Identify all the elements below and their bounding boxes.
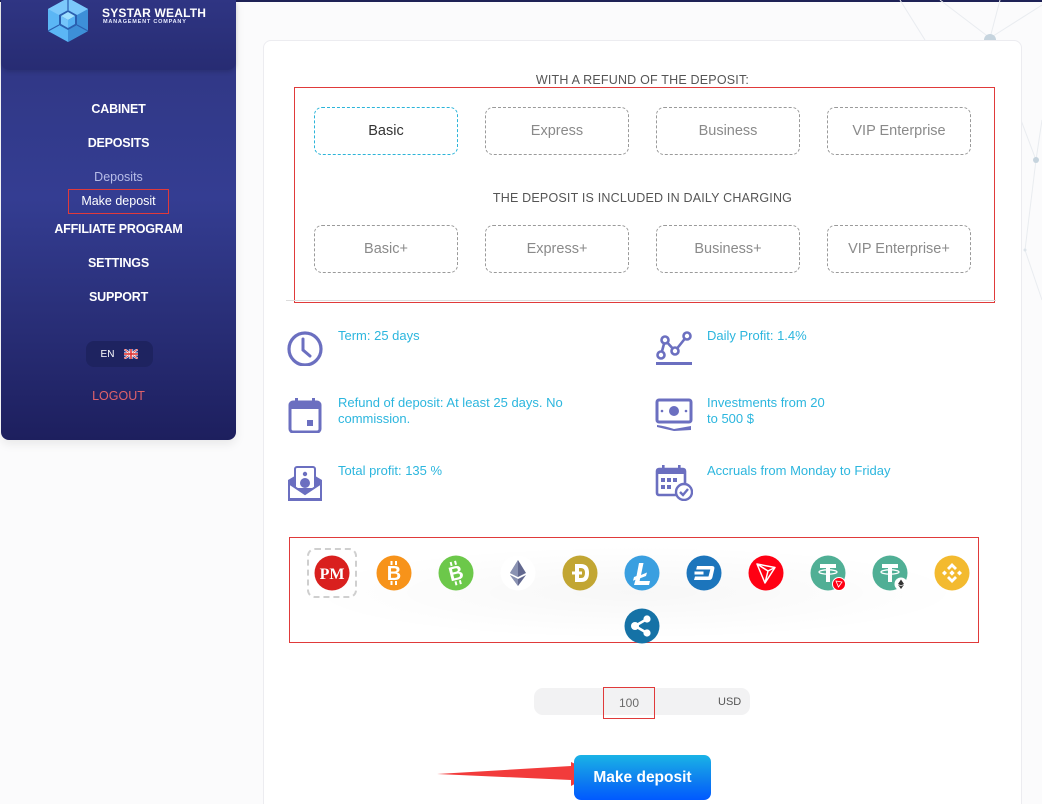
binance-icon[interactable] (934, 555, 970, 591)
feature-refund: Refund of deposit: At least 25 days. No … (286, 395, 608, 433)
language-code: EN (100, 348, 115, 360)
feature-daily-profit-text: Daily Profit: 1.4% (707, 328, 807, 343)
feature-investments-text: Investments from 20 to 500 $ (707, 395, 825, 433)
make-deposit-button[interactable]: Make deposit (574, 755, 711, 800)
section-divider (286, 300, 996, 301)
uk-flag-icon (124, 349, 139, 359)
cube-logo-icon (47, 0, 89, 42)
sidebar-subitem-make-deposit[interactable]: Make deposit (68, 189, 169, 214)
plan-vip-enterprise[interactable]: VIP Enterprise (827, 107, 971, 155)
daily-plans-title: THE DEPOSIT IS INCLUDED IN DAILY CHARGIN… (492, 191, 793, 205)
tether-trc20-icon[interactable] (810, 555, 846, 591)
sidebar-item-support[interactable]: SUPPORT (1, 288, 236, 322)
plan-express[interactable]: Express (485, 107, 629, 155)
feature-accruals-text: Accruals from Monday to Friday (707, 463, 891, 478)
feature-total-profit-text: Total profit: 135 % (338, 463, 443, 478)
amount-input[interactable] (603, 687, 655, 719)
chart-line-icon (656, 331, 692, 365)
plan-business[interactable]: Business (656, 107, 800, 155)
svg-text:PM: PM (320, 566, 345, 583)
dogecoin-icon[interactable] (562, 555, 598, 591)
calendar-check-icon (655, 465, 693, 501)
dash-icon[interactable] (686, 555, 722, 591)
plan-vip-enterprise-plus[interactable]: VIP Enterprise+ (827, 225, 971, 273)
feature-term-text: Term: 25 days (338, 328, 420, 343)
feature-total-profit: Total profit: 135 % (286, 463, 442, 501)
currency-label: USD (718, 696, 742, 708)
plan-business-plus[interactable]: Business+ (656, 225, 800, 273)
feature-investments: Investments from 20 to 500 $ (655, 395, 825, 433)
refund-plans-title: WITH A REFUND OF THE DEPOSIT: (535, 73, 750, 87)
bitcoin-icon[interactable]: B (376, 555, 412, 591)
tron-icon[interactable] (748, 555, 784, 591)
banknote-icon (655, 398, 693, 431)
plan-basic[interactable]: Basic (314, 107, 458, 155)
sidebar-subitem-deposits[interactable]: Deposits (1, 168, 236, 186)
plan-basic-plus[interactable]: Basic+ (314, 225, 458, 273)
clock-icon (287, 331, 323, 366)
sidebar-item-affiliate-program[interactable]: AFFILIATE PROGRAM (1, 220, 236, 254)
bitcoin-cash-icon[interactable]: B (438, 555, 474, 591)
feature-term: Term: 25 days (286, 328, 420, 366)
annotation-arrow (437, 762, 595, 786)
sidebar-item-deposits[interactable]: DEPOSITS (1, 134, 236, 168)
perfect-money-icon[interactable]: PM (314, 555, 350, 591)
ripple-icon[interactable] (624, 608, 660, 644)
tether-erc20-icon[interactable] (872, 555, 908, 591)
sidebar-item-settings[interactable]: SETTINGS (1, 254, 236, 288)
ethereum-icon[interactable] (500, 555, 536, 591)
brand-subtitle: MANAGEMENT COMPANY (103, 19, 187, 25)
logo[interactable]: SYSTAR WEALTH MANAGEMENT COMPANY (1, 0, 236, 70)
svg-text:B: B (387, 563, 401, 585)
sidebar: SYSTAR WEALTH MANAGEMENT COMPANY CABINET… (1, 0, 236, 440)
brand-title: SYSTAR WEALTH (102, 6, 207, 20)
plan-express-plus[interactable]: Express+ (485, 225, 629, 273)
logout-link[interactable]: LOGOUT (1, 389, 236, 403)
sidebar-nav: CABINET DEPOSITS Deposits Make deposit A… (1, 100, 236, 322)
calendar-icon (288, 398, 322, 433)
feature-accruals: Accruals from Monday to Friday (655, 463, 891, 501)
money-envelope-icon (288, 466, 322, 501)
feature-daily-profit: Daily Profit: 1.4% (655, 328, 807, 366)
feature-investments-line1: Investments from 20 (707, 395, 825, 410)
feature-refund-text: Refund of deposit: At least 25 days. No … (338, 395, 563, 426)
feature-investments-line2: to 500 $ (707, 411, 754, 426)
language-selector[interactable]: EN (86, 341, 153, 367)
litecoin-icon[interactable] (624, 555, 660, 591)
sidebar-item-cabinet[interactable]: CABINET (1, 100, 236, 134)
